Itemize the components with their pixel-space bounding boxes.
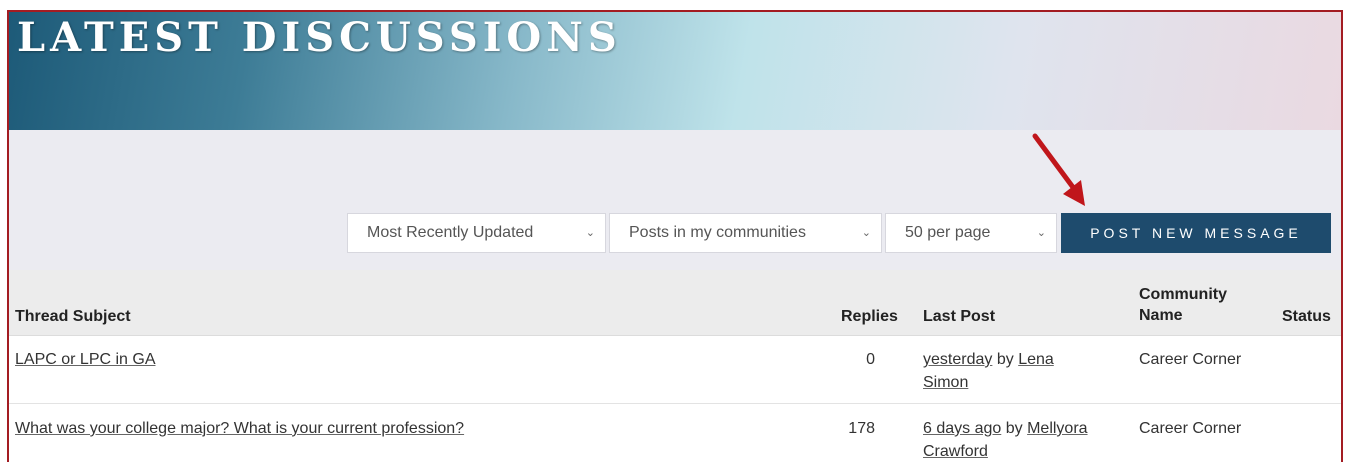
sort-select-value: Most Recently Updated bbox=[367, 224, 534, 241]
red-arrow-icon bbox=[1032, 133, 1085, 206]
column-header-community-line1: Community bbox=[1139, 286, 1227, 303]
replies-count: 0 bbox=[866, 351, 875, 368]
replies-count: 178 bbox=[848, 420, 875, 437]
sort-select[interactable]: Most Recently Updated ⌄ bbox=[347, 213, 606, 253]
thread-subject-link[interactable]: What was your college major? What is you… bbox=[15, 417, 464, 440]
last-post-time-link[interactable]: yesterday bbox=[923, 351, 992, 368]
community-name: Career Corner bbox=[1139, 420, 1242, 437]
scope-select-value: Posts in my communities bbox=[629, 224, 806, 241]
column-header-community[interactable]: Community Name bbox=[1139, 284, 1227, 326]
last-post-by: by bbox=[996, 351, 1014, 368]
chevron-down-icon: ⌄ bbox=[861, 227, 871, 239]
author-last-name: Crawford bbox=[923, 443, 988, 460]
table-row: LAPC or LPC in GA 0 yesterday by Lena Sim… bbox=[9, 336, 1341, 404]
community-name: Career Corner bbox=[1139, 351, 1242, 368]
column-header-replies[interactable]: Replies bbox=[841, 306, 898, 327]
column-header-status[interactable]: Status bbox=[1282, 306, 1331, 327]
chevron-down-icon: ⌄ bbox=[585, 227, 595, 239]
discussions-panel: LATEST DISCUSSIONS Most Recently Updated… bbox=[7, 10, 1343, 462]
author-last-name: Simon bbox=[923, 374, 969, 391]
last-post-info: yesterday by Lena Simon bbox=[923, 348, 1113, 394]
page-size-select-value: 50 per page bbox=[905, 224, 991, 241]
scope-select[interactable]: Posts in my communities ⌄ bbox=[609, 213, 882, 253]
chevron-down-icon: ⌄ bbox=[1036, 227, 1046, 239]
last-post-by: by bbox=[1005, 420, 1023, 437]
last-post-time-link[interactable]: 6 days ago bbox=[923, 420, 1001, 437]
page-title: LATEST DISCUSSIONS bbox=[17, 14, 622, 61]
column-header-community-line2: Name bbox=[1139, 307, 1183, 324]
table-header: Thread Subject Replies Last Post Communi… bbox=[9, 270, 1341, 336]
discussions-table: Thread Subject Replies Last Post Communi… bbox=[9, 270, 1341, 462]
post-new-message-button[interactable]: POST NEW MESSAGE bbox=[1061, 213, 1331, 253]
page-size-select[interactable]: 50 per page ⌄ bbox=[885, 213, 1057, 253]
author-first-name: Mellyora bbox=[1027, 420, 1088, 437]
author-first-name: Lena bbox=[1018, 351, 1054, 368]
table-row: What was your college major? What is you… bbox=[9, 405, 1341, 462]
column-header-last-post[interactable]: Last Post bbox=[923, 306, 995, 327]
last-post-info: 6 days ago by Mellyora Crawford bbox=[923, 417, 1123, 462]
header-banner: LATEST DISCUSSIONS bbox=[9, 12, 1341, 130]
column-header-subject[interactable]: Thread Subject bbox=[15, 306, 131, 327]
thread-subject-link[interactable]: LAPC or LPC in GA bbox=[15, 348, 156, 371]
